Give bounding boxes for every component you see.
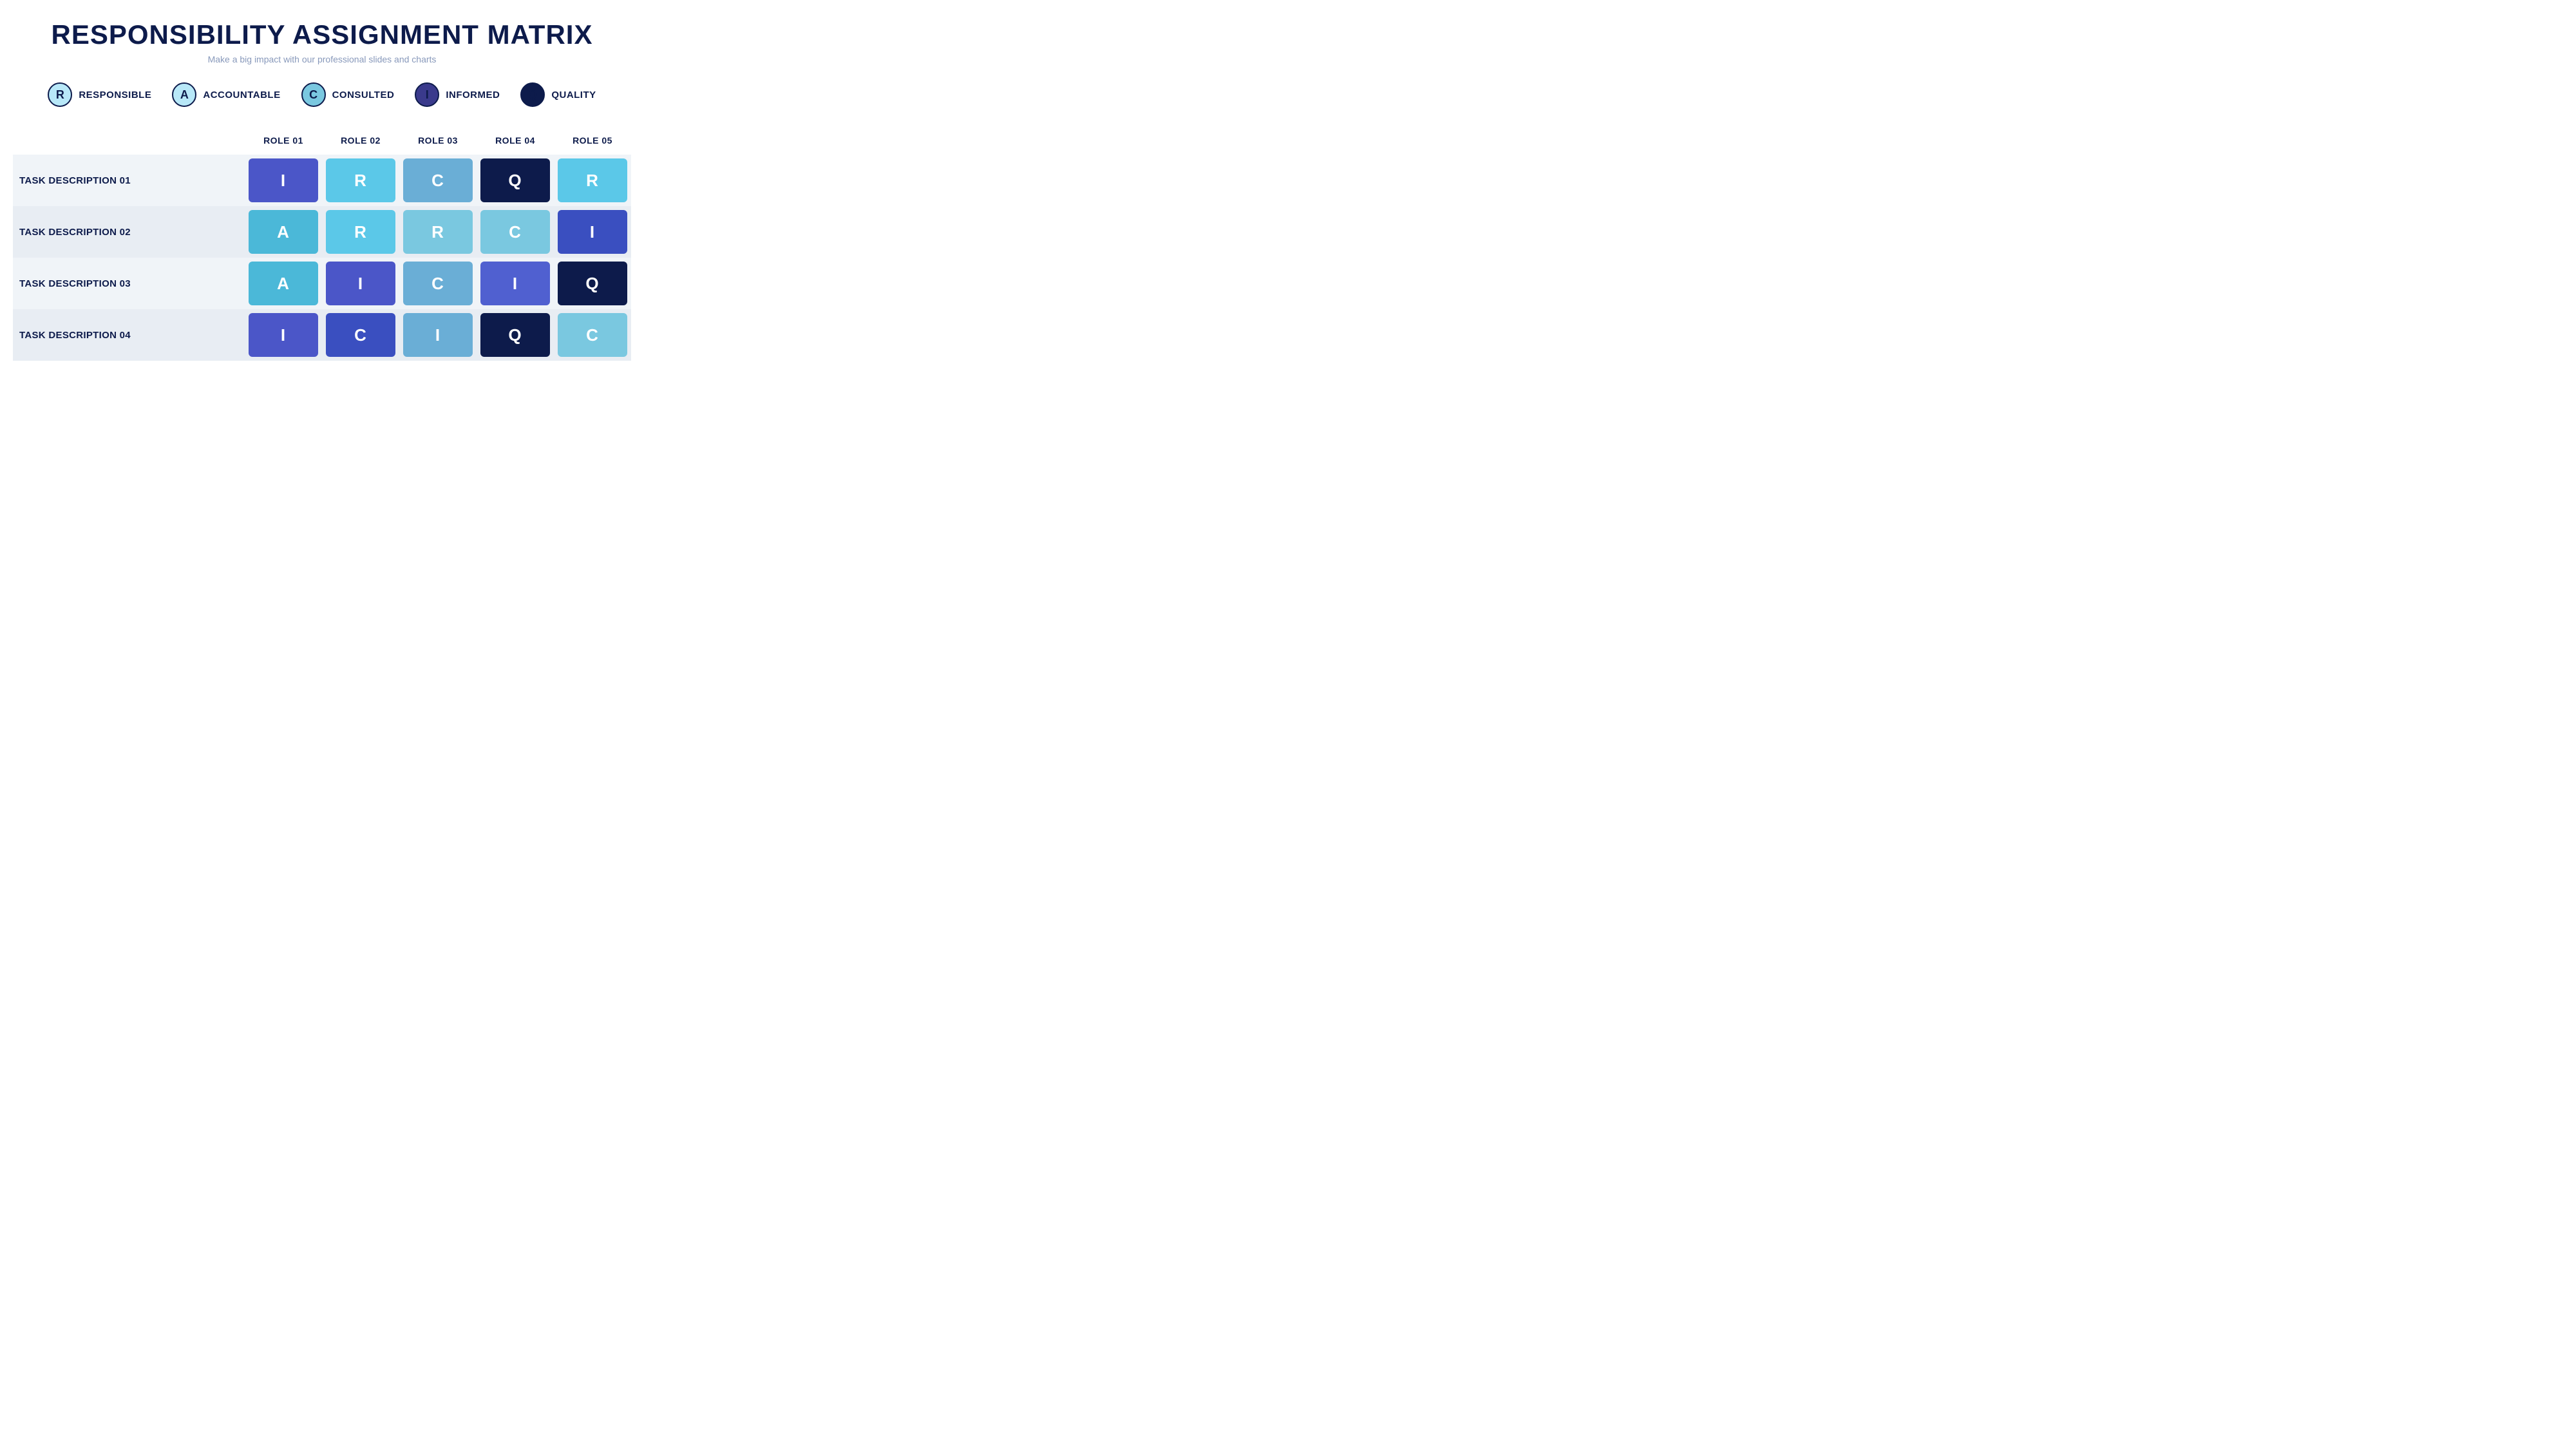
badge-task2-role1: A (249, 210, 318, 254)
badge-task3-role2: I (326, 262, 395, 305)
cell-task1-role1: I (245, 155, 322, 206)
cell-task1-role4: Q (477, 155, 554, 206)
badge-task3-role5: Q (558, 262, 627, 305)
cell-task4-role5: C (554, 309, 631, 361)
legend-item-a: A ACCOUNTABLE (172, 82, 280, 107)
role-header-3: ROLE 03 (399, 130, 477, 155)
legend-item-i: I INFORMED (415, 82, 500, 107)
badge-task2-role2: R (326, 210, 395, 254)
role-header-5: ROLE 05 (554, 130, 631, 155)
legend: R RESPONSIBLE A ACCOUNTABLE C CONSULTED I INFOR… (48, 82, 596, 107)
table-row: TASK DESCRIPTION 04ICIQC (13, 309, 631, 361)
cell-task4-role3: I (399, 309, 477, 361)
badge-task1-role5: R (558, 158, 627, 202)
badge-task4-role5: C (558, 313, 627, 357)
badge-task1-role1: I (249, 158, 318, 202)
task-name-2: TASK DESCRIPTION 02 (13, 206, 245, 258)
badge-task3-role3: C (403, 262, 473, 305)
cell-task3-role4: I (477, 258, 554, 309)
legend-item-c: C CONSULTED (301, 82, 395, 107)
badge-task2-role5: I (558, 210, 627, 254)
badge-task3-role1: A (249, 262, 318, 305)
matrix-wrapper: ROLE 01ROLE 02ROLE 03ROLE 04ROLE 05 TASK… (13, 130, 631, 361)
cell-task1-role3: C (399, 155, 477, 206)
cell-task1-role5: R (554, 155, 631, 206)
cell-task3-role3: C (399, 258, 477, 309)
cell-task2-role5: I (554, 206, 631, 258)
matrix-body: TASK DESCRIPTION 01IRCQRTASK DESCRIPTION… (13, 155, 631, 361)
cell-task4-role1: I (245, 309, 322, 361)
legend-circle-q: Q (520, 82, 545, 107)
legend-label-c: CONSULTED (332, 90, 395, 100)
legend-circle-i: I (415, 82, 439, 107)
header-row: ROLE 01ROLE 02ROLE 03ROLE 04ROLE 05 (13, 130, 631, 155)
legend-item-r: R RESPONSIBLE (48, 82, 151, 107)
badge-task2-role3: R (403, 210, 473, 254)
cell-task3-role5: Q (554, 258, 631, 309)
task-name-3: TASK DESCRIPTION 03 (13, 258, 245, 309)
badge-task4-role2: C (326, 313, 395, 357)
cell-task2-role2: R (322, 206, 399, 258)
role-header-1: ROLE 01 (245, 130, 322, 155)
legend-circle-r: R (48, 82, 72, 107)
legend-circle-a: A (172, 82, 196, 107)
task-column-header (13, 130, 245, 155)
table-row: TASK DESCRIPTION 02ARRCI (13, 206, 631, 258)
legend-circle-c: C (301, 82, 326, 107)
task-name-4: TASK DESCRIPTION 04 (13, 309, 245, 361)
role-header-2: ROLE 02 (322, 130, 399, 155)
legend-label-r: RESPONSIBLE (79, 90, 151, 100)
badge-task3-role4: I (480, 262, 550, 305)
cell-task2-role4: C (477, 206, 554, 258)
legend-item-q: Q QUALITY (520, 82, 596, 107)
legend-label-q: QUALITY (551, 90, 596, 100)
badge-task2-role4: C (480, 210, 550, 254)
cell-task4-role2: C (322, 309, 399, 361)
cell-task3-role2: I (322, 258, 399, 309)
table-row: TASK DESCRIPTION 01IRCQR (13, 155, 631, 206)
cell-task1-role2: R (322, 155, 399, 206)
matrix-table: ROLE 01ROLE 02ROLE 03ROLE 04ROLE 05 TASK… (13, 130, 631, 361)
legend-label-i: INFORMED (446, 90, 500, 100)
page-title: RESPONSIBILITY ASSIGNMENT MATRIX (52, 19, 593, 50)
badge-task1-role3: C (403, 158, 473, 202)
cell-task3-role1: A (245, 258, 322, 309)
cell-task2-role3: R (399, 206, 477, 258)
badge-task1-role4: Q (480, 158, 550, 202)
task-name-1: TASK DESCRIPTION 01 (13, 155, 245, 206)
badge-task4-role4: Q (480, 313, 550, 357)
role-header-4: ROLE 04 (477, 130, 554, 155)
badge-task1-role2: R (326, 158, 395, 202)
legend-label-a: ACCOUNTABLE (203, 90, 280, 100)
badge-task4-role1: I (249, 313, 318, 357)
cell-task2-role1: A (245, 206, 322, 258)
page-subtitle: Make a big impact with our professional … (208, 54, 437, 64)
badge-task4-role3: I (403, 313, 473, 357)
table-row: TASK DESCRIPTION 03AICIQ (13, 258, 631, 309)
cell-task4-role4: Q (477, 309, 554, 361)
